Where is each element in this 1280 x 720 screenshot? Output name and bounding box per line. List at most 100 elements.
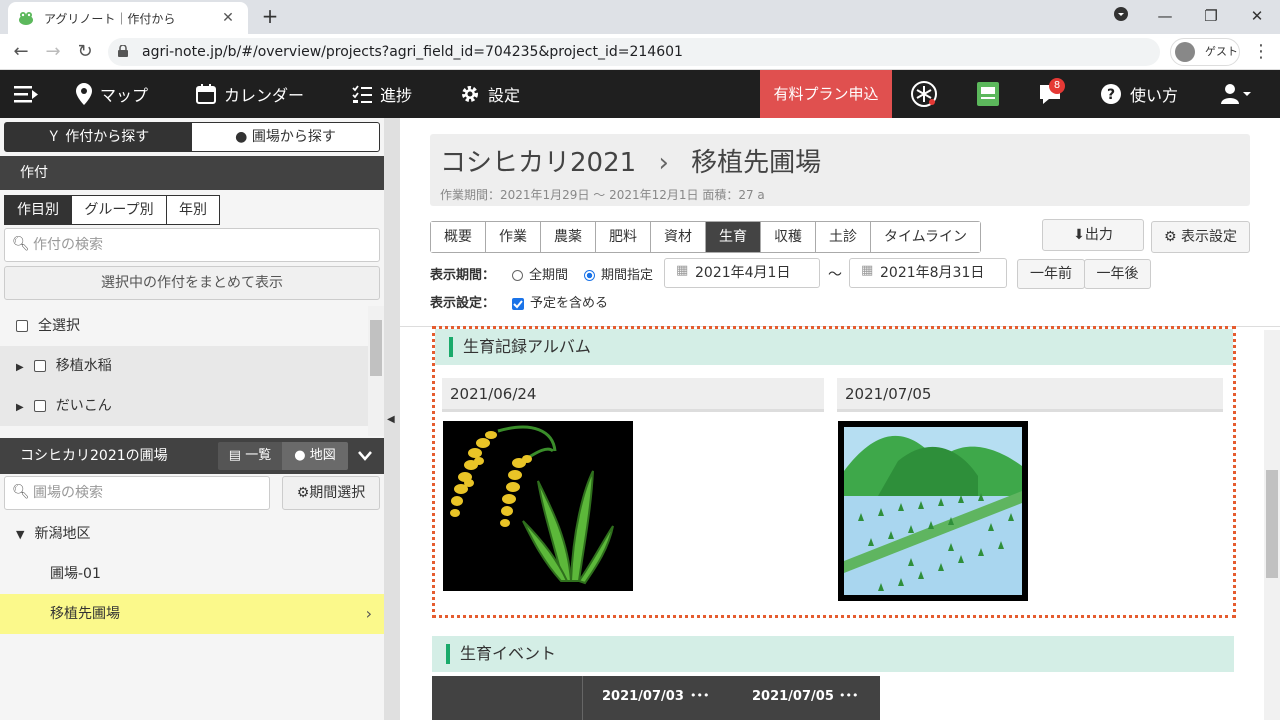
tab-search-by-field[interactable]: ● 圃場から探す: [191, 122, 380, 152]
profile-menu-icon[interactable]: [1098, 0, 1144, 32]
page-title-box: コシヒカリ2021 › 移植先圃場 作業期間：2021年1月29日 〜 2021…: [430, 134, 1250, 206]
tab-pesticide[interactable]: 農薬: [541, 222, 596, 252]
nav-progress[interactable]: 進捗: [352, 70, 412, 118]
tab-work[interactable]: 作業: [486, 222, 541, 252]
minimize-icon[interactable]: —: [1142, 0, 1188, 32]
forward-icon[interactable]: →: [40, 40, 66, 64]
tab-search-by-crop[interactable]: Ｙ 作付から探す: [4, 122, 192, 152]
tab-soil[interactable]: 土診: [816, 222, 871, 252]
radio-button[interactable]: [512, 270, 523, 281]
user-menu[interactable]: [1220, 70, 1262, 118]
export-button[interactable]: ⬇出力: [1042, 219, 1144, 251]
list-item[interactable]: ▶ 移植水稲: [0, 346, 368, 386]
field-label: 圃場-01: [50, 566, 101, 582]
tab-crop-label: 作付から探す: [65, 129, 150, 145]
events-table-header: 2021/07/03 ••• 2021/07/05 •••: [432, 676, 880, 720]
radio-range-period[interactable]: 期間指定: [584, 264, 653, 283]
tab-field-label: 圃場から探す: [251, 129, 336, 145]
crop-list-scrollbar[interactable]: [368, 306, 384, 436]
crop-list: 全選択 ▶ 移植水稲 ▶ だいこん: [0, 306, 384, 436]
paid-plan-button[interactable]: 有料プラン申込: [760, 70, 892, 118]
calendar-icon: ▦: [861, 263, 874, 278]
scrollbar-thumb[interactable]: [370, 320, 382, 376]
nav-map[interactable]: マップ: [76, 70, 148, 118]
rice-plant-image[interactable]: [443, 421, 633, 591]
back-icon[interactable]: ←: [8, 40, 34, 64]
seg-by-item[interactable]: 作目別: [4, 195, 72, 225]
field-item-selected[interactable]: 移植先圃場 ›: [0, 594, 384, 634]
collapse-left-icon[interactable]: ◀: [387, 414, 395, 425]
checkbox[interactable]: [16, 320, 28, 332]
chevron-down-icon[interactable]: [358, 450, 372, 462]
seg-by-group[interactable]: グループ別: [71, 195, 167, 225]
crop-search-input[interactable]: 作付の検索: [4, 228, 380, 262]
field-name: 移植先圃場: [691, 148, 822, 178]
list-item[interactable]: ▶ だいこん: [0, 386, 368, 426]
next-year-button[interactable]: 一年後: [1084, 259, 1151, 289]
nav-settings[interactable]: 設定: [460, 70, 520, 118]
album-title: 生育記録アルバム: [435, 329, 1233, 365]
select-all-item[interactable]: 全選択: [0, 306, 368, 346]
notification-badge: 8: [1049, 78, 1065, 94]
field-item[interactable]: 圃場-01: [0, 554, 384, 594]
column-divider: [582, 676, 583, 720]
rice-icon[interactable]: [910, 80, 938, 108]
field-search-input[interactable]: 圃場の検索: [4, 476, 270, 510]
more-options-icon[interactable]: •••: [690, 689, 709, 702]
browser-tab-bar: アグリノート｜作付から ✕ + — ❐ ✕: [0, 0, 1280, 34]
tab-harvest[interactable]: 収穫: [761, 222, 816, 252]
more-options-icon[interactable]: •••: [839, 689, 858, 702]
period-select-button[interactable]: ⚙期間選択: [282, 476, 380, 510]
close-tab-icon[interactable]: ✕: [218, 10, 238, 26]
menu-toggle-icon[interactable]: [14, 70, 46, 118]
browser-menu-icon[interactable]: ⋮: [1252, 42, 1270, 62]
help-icon: ?: [1101, 84, 1121, 104]
tab-overview[interactable]: 概要: [431, 222, 486, 252]
gear-icon: [462, 86, 478, 102]
show-selected-crops-button[interactable]: 選択中の作付をまとめて表示: [4, 266, 380, 300]
main-scrollbar-thumb[interactable]: [1266, 470, 1278, 578]
checkbox[interactable]: [33, 400, 46, 412]
expand-icon[interactable]: ▶: [16, 362, 24, 373]
tab-growth[interactable]: 生育: [706, 222, 761, 252]
period-select-label: 期間選択: [309, 485, 366, 501]
app-navbar: マップ カレンダー 進捗 設定 有料プラン申込 8 ? 使い方: [0, 70, 1280, 118]
radio-all-period[interactable]: 全期間: [512, 264, 568, 283]
seg-by-year[interactable]: 年別: [166, 195, 220, 225]
browser-tab[interactable]: アグリノート｜作付から ✕: [8, 2, 248, 34]
expand-icon[interactable]: ▶: [16, 402, 24, 413]
list-icon: ▤: [228, 448, 242, 463]
prev-year-button[interactable]: 一年前: [1017, 259, 1085, 289]
map-pin-icon: ●: [294, 448, 306, 463]
new-tab-icon[interactable]: +: [258, 4, 282, 28]
nav-help-label: 使い方: [1130, 86, 1179, 105]
collapse-icon[interactable]: ▼: [16, 528, 24, 541]
panel-collapse-strip[interactable]: ◀: [384, 118, 400, 720]
view-map-button[interactable]: ● 地図: [282, 442, 348, 470]
tab-materials[interactable]: 資材: [651, 222, 706, 252]
reload-icon[interactable]: ↻: [72, 40, 98, 64]
rice-paddy-image[interactable]: [838, 421, 1028, 601]
page-title: コシヒカリ2021 › 移植先圃場: [440, 142, 821, 179]
nav-calendar-label: カレンダー: [224, 86, 305, 105]
select-all-label: 全選択: [38, 318, 80, 334]
notebook-icon[interactable]: [974, 80, 1002, 108]
close-window-icon[interactable]: ✕: [1234, 0, 1280, 32]
crop-label: だいこん: [55, 398, 112, 414]
restore-icon[interactable]: ❐: [1188, 0, 1234, 32]
tab-timeline[interactable]: タイムライン: [871, 222, 981, 252]
view-list-button[interactable]: ▤ 一覧: [218, 442, 282, 470]
display-settings-button[interactable]: ⚙ 表示設定: [1151, 221, 1250, 253]
period-area-meta: 作業期間：2021年1月29日 〜 2021年12月1日 面積：27 a: [440, 188, 765, 202]
tab-fertilizer[interactable]: 肥料: [596, 222, 651, 252]
guest-profile-button[interactable]: ゲスト: [1170, 38, 1240, 66]
include-planned-checkbox[interactable]: 予定を含める: [512, 292, 608, 311]
nav-help[interactable]: ? 使い方: [1100, 70, 1178, 118]
checkbox-checked[interactable]: [512, 297, 524, 310]
checkbox[interactable]: [33, 360, 46, 372]
user-icon: [1221, 84, 1251, 104]
url-input[interactable]: agri-note.jp/b/#/overview/projects?agri_…: [108, 38, 1160, 66]
radio-button[interactable]: [584, 270, 595, 281]
nav-calendar[interactable]: カレンダー: [196, 70, 304, 118]
region-item[interactable]: ▼ 新潟地区: [0, 514, 384, 554]
